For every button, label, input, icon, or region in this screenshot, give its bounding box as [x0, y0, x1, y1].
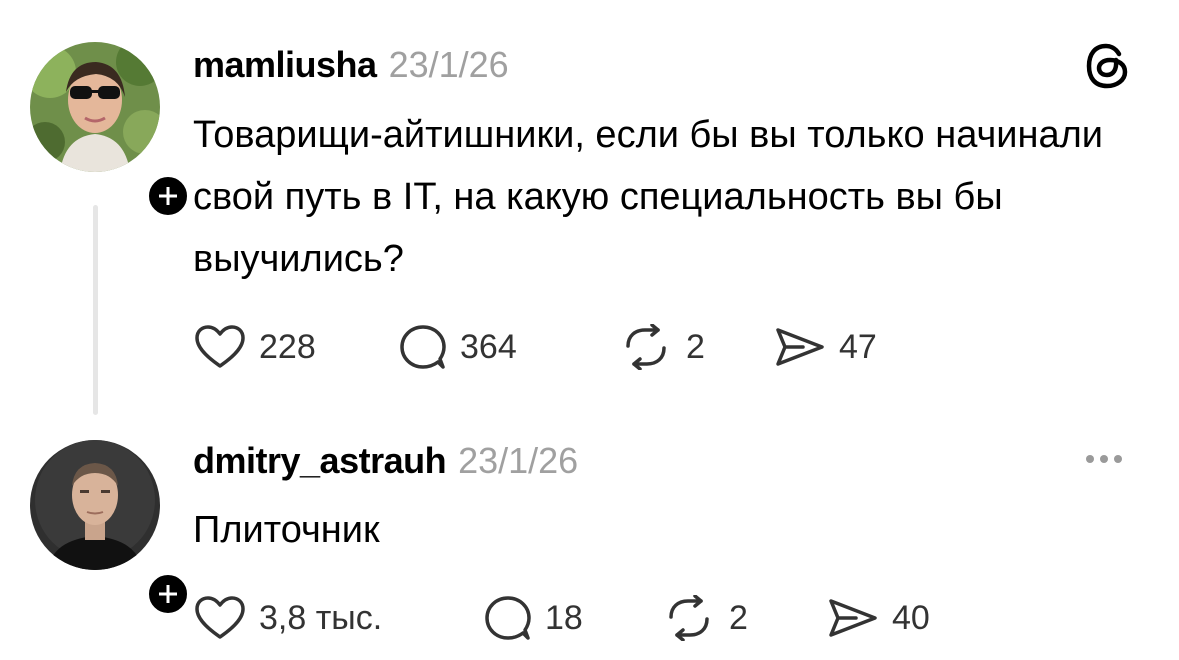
post-text: Плиточник: [193, 509, 380, 551]
username[interactable]: dmitry_astrauh: [193, 440, 447, 482]
more-options-icon[interactable]: [1086, 455, 1122, 463]
follow-button[interactable]: [144, 570, 192, 618]
post-date[interactable]: 23/1/26: [458, 440, 578, 482]
action-bar: 3,8 тыс. 18 2 40: [193, 595, 930, 641]
repost-button[interactable]: 2: [661, 595, 826, 641]
post-2: dmitry_astrauh 23/1/26 Плиточник 3,8 тыс…: [0, 0, 1179, 660]
heart-icon: [195, 596, 245, 639]
comment-button[interactable]: 18: [483, 595, 661, 641]
share-count: 40: [892, 598, 930, 637]
share-button[interactable]: 40: [826, 595, 930, 641]
comment-count: 18: [545, 598, 583, 637]
post-header: dmitry_astrauh 23/1/26: [193, 440, 578, 482]
avatar-wrap: [30, 440, 192, 618]
repost-icon: [669, 595, 709, 641]
plus-icon: [159, 585, 177, 603]
repost-count: 2: [729, 598, 748, 637]
share-send-icon: [829, 599, 877, 637]
avatar[interactable]: [30, 440, 160, 570]
like-count: 3,8 тыс.: [259, 598, 383, 637]
like-button[interactable]: 3,8 тыс.: [193, 595, 483, 641]
comment-bubble-icon: [485, 596, 531, 640]
